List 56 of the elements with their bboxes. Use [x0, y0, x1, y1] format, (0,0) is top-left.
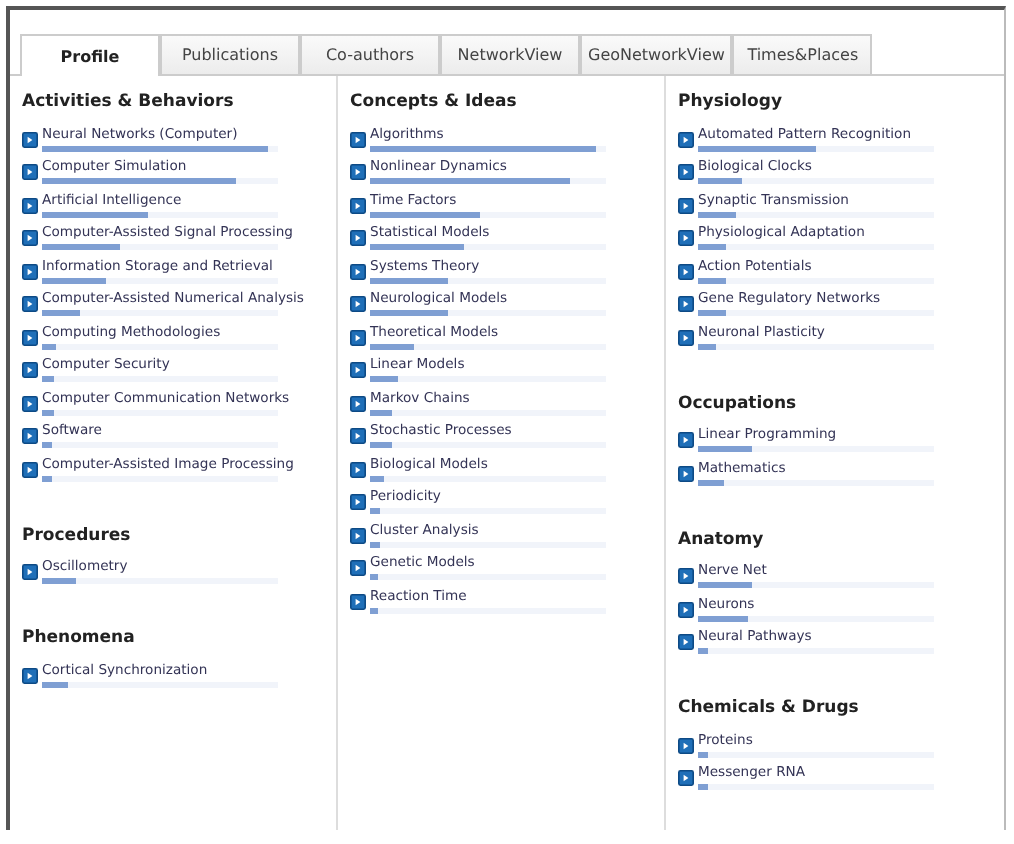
expand-icon[interactable] — [678, 770, 694, 786]
expand-icon[interactable] — [350, 560, 366, 576]
section-heading: Concepts & Ideas — [350, 92, 519, 112]
expand-icon[interactable] — [350, 461, 366, 477]
expand-icon[interactable] — [678, 432, 694, 448]
expand-icon[interactable] — [678, 737, 694, 753]
tab[interactable]: Co-authors — [300, 34, 440, 74]
expand-icon[interactable] — [678, 296, 694, 312]
expand-icon[interactable] — [678, 634, 694, 650]
expand-icon[interactable] — [678, 197, 694, 213]
expand-icon[interactable] — [22, 428, 38, 444]
expand-icon[interactable] — [678, 263, 694, 279]
expand-icon[interactable] — [350, 395, 366, 411]
section-heading: Physiology — [678, 92, 785, 112]
expand-icon[interactable] — [22, 263, 38, 279]
tab[interactable]: GeoNetworkView — [580, 34, 733, 74]
expand-icon[interactable] — [350, 362, 366, 378]
expand-icon[interactable] — [678, 164, 694, 180]
section-heading: Chemicals & Drugs — [678, 698, 861, 718]
expand-icon[interactable] — [22, 197, 38, 213]
section-heading: Procedures — [22, 525, 133, 545]
expand-icon[interactable] — [22, 230, 38, 246]
tab[interactable]: Times&Places — [732, 34, 873, 74]
section-heading: Activities & Behaviors — [22, 92, 236, 112]
expand-icon[interactable] — [350, 164, 366, 180]
expand-icon[interactable] — [350, 428, 366, 444]
expand-icon[interactable] — [22, 329, 38, 345]
expand-icon[interactable] — [678, 230, 694, 246]
expand-icon[interactable] — [350, 296, 366, 312]
expand-icon[interactable] — [350, 329, 366, 345]
expand-icon[interactable] — [350, 593, 366, 609]
expand-icon[interactable] — [350, 131, 366, 147]
expand-icon[interactable] — [678, 131, 694, 147]
expand-icon[interactable] — [22, 461, 38, 477]
expand-icon[interactable] — [22, 131, 38, 147]
expand-icon[interactable] — [22, 564, 38, 580]
expand-icon[interactable] — [678, 601, 694, 617]
expand-icon[interactable] — [678, 568, 694, 584]
expand-icon[interactable] — [350, 527, 366, 543]
expand-icon[interactable] — [22, 362, 38, 378]
expand-icon[interactable] — [350, 263, 366, 279]
section-heading: Anatomy — [678, 529, 766, 549]
expand-icon[interactable] — [22, 667, 38, 683]
tab[interactable]: Publications — [160, 34, 300, 74]
tab[interactable]: Profile — [20, 34, 160, 76]
expand-icon[interactable] — [678, 465, 694, 481]
expand-icon[interactable] — [350, 197, 366, 213]
tab[interactable]: NetworkView — [440, 34, 580, 74]
expand-icon[interactable] — [22, 164, 38, 180]
expand-icon[interactable] — [350, 494, 366, 510]
section-heading: Phenomena — [22, 628, 137, 648]
section-heading: Occupations — [678, 393, 799, 413]
expand-icon[interactable] — [22, 296, 38, 312]
expand-icon[interactable] — [678, 329, 694, 345]
expand-icon[interactable] — [22, 395, 38, 411]
expand-icon[interactable] — [350, 230, 366, 246]
